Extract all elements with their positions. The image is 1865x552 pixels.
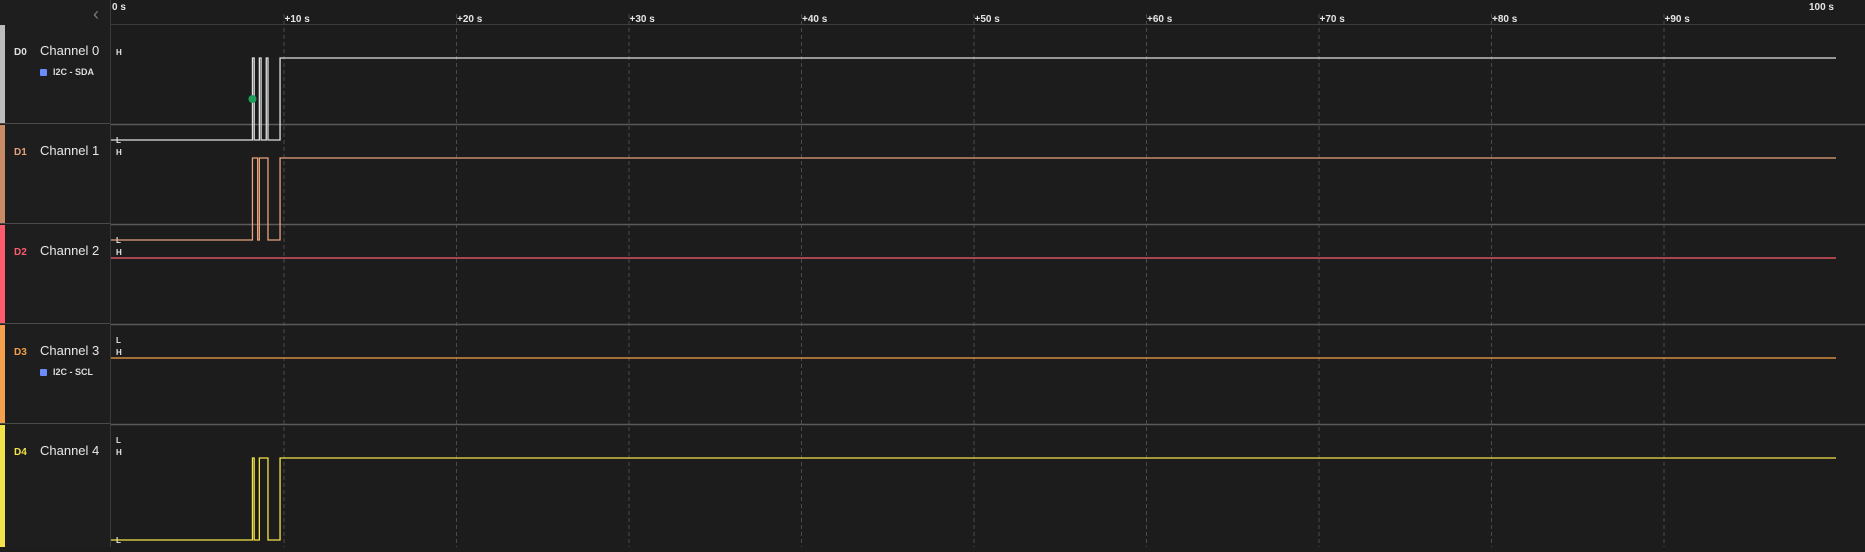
time-tick-label: +90 s: [1665, 14, 1691, 25]
time-tick-label: +30 s: [630, 14, 656, 25]
low-level-label: L: [116, 336, 121, 345]
analyzer-color-icon: [40, 69, 47, 76]
time-tick-label: +10 s: [285, 14, 311, 25]
high-level-label: H: [116, 148, 122, 157]
time-tick-label: 100 s: [1809, 2, 1834, 13]
channel-color-strip: [0, 325, 5, 423]
channel-name[interactable]: Channel 2: [40, 243, 99, 258]
analyzer-name: I2C - SDA: [53, 67, 95, 77]
low-level-label: L: [116, 436, 121, 445]
channel-row-0[interactable]: D0 Channel 0 I2C - SDA: [0, 25, 110, 124]
high-level-label: H: [116, 248, 122, 257]
channel-tag: D0: [14, 47, 27, 58]
time-tick-label: +80 s: [1492, 14, 1518, 25]
channel-row-3[interactable]: D3 Channel 3 I2C - SCL: [0, 325, 110, 424]
analyzer-name: I2C - SCL: [53, 367, 94, 377]
channel-color-strip: [0, 125, 5, 223]
high-level-label: H: [116, 348, 122, 357]
channel-tag: D1: [14, 147, 27, 158]
time-tick-label: +60 s: [1147, 14, 1173, 25]
channel-row-2[interactable]: D2 Channel 2: [0, 225, 110, 324]
analyzer-label[interactable]: I2C - SDA: [40, 67, 94, 77]
channel-tag: D2: [14, 247, 27, 258]
channel-color-strip: [0, 25, 5, 123]
analyzer-label[interactable]: I2C - SCL: [40, 367, 93, 377]
channel-tag: D4: [14, 447, 27, 458]
time-tick-label: +20 s: [457, 14, 483, 25]
waveform-area[interactable]: 0 s +10 s +20 s +30 s +40 s +50 s +60 s +70 s +8…: [111, 0, 1865, 547]
time-tick-label: +40 s: [802, 14, 828, 25]
channel-name[interactable]: Channel 4: [40, 443, 99, 458]
channel-tag: D3: [14, 347, 27, 358]
channel-color-strip: [0, 425, 5, 547]
channel-row-1[interactable]: D1 Channel 1: [0, 125, 110, 224]
channel-name[interactable]: Channel 0: [40, 43, 99, 58]
channel-color-strip: [0, 225, 5, 323]
channel-name[interactable]: Channel 3: [40, 343, 99, 358]
sample-marker: [248, 95, 257, 103]
time-tick-label: +50 s: [975, 14, 1001, 25]
channel-name[interactable]: Channel 1: [40, 143, 99, 158]
high-level-label: H: [116, 48, 122, 57]
channel-row-4[interactable]: D4 Channel 4: [0, 425, 110, 547]
time-tick-label: 0 s: [112, 2, 126, 13]
chevron-left-icon[interactable]: ‹: [86, 4, 106, 24]
time-tick-label: +70 s: [1320, 14, 1346, 25]
analyzer-color-icon: [40, 369, 47, 376]
channel-sidebar: ‹ D0 Channel 0 I2C - SDA D1 Channel 1 D2…: [0, 0, 111, 547]
high-level-label: H: [116, 448, 122, 457]
